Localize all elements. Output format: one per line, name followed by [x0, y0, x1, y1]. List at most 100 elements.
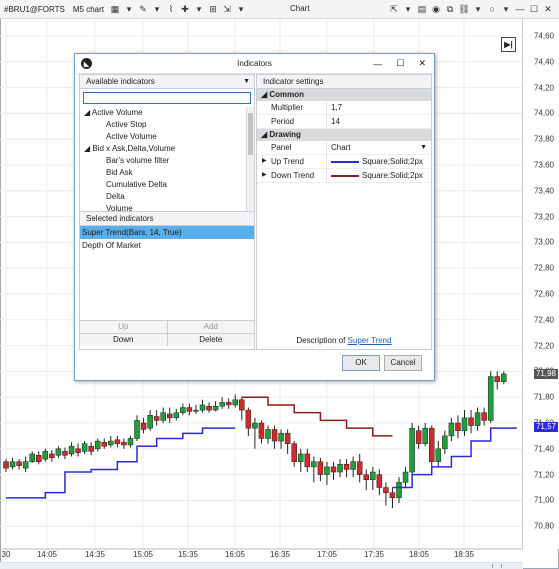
grid-icon[interactable]: ⊞: [207, 3, 219, 15]
candle-body: [127, 438, 134, 446]
description-link[interactable]: Super Trend: [348, 336, 392, 345]
crosshair-icon[interactable]: ✚: [179, 3, 191, 15]
period-field[interactable]: 14: [327, 115, 431, 128]
candle-body: [389, 492, 396, 499]
tree-scrollbar[interactable]: [246, 107, 254, 211]
candle-body: [212, 405, 219, 411]
price-axis[interactable]: 74,60 74,40 74,20 74,00 73,80 73,60 73,40 73,20…: [522, 19, 559, 549]
indicator-description: Description of Super Trend: [256, 335, 432, 347]
candle-body: [199, 404, 206, 411]
property-multiplier[interactable]: Multiplier 1,7: [257, 101, 431, 115]
candle-body: [383, 487, 389, 493]
dropdown-icon[interactable]: ▾: [472, 3, 484, 15]
up-button[interactable]: Up: [80, 321, 168, 333]
candle-body: [75, 448, 81, 453]
category-common[interactable]: ◢ Common: [257, 89, 431, 101]
maximize-icon[interactable]: ☐: [396, 58, 404, 69]
indicator-search-input[interactable]: [83, 92, 251, 104]
candle-body: [501, 373, 507, 382]
expand-icon[interactable]: ▶: [262, 169, 267, 182]
candle-body: [265, 429, 271, 439]
ok-button[interactable]: OK: [342, 355, 380, 371]
horizontal-scrollbar[interactable]: [0, 562, 523, 569]
up-trend-pen[interactable]: Square;Solid;2px: [327, 155, 431, 168]
candle-body: [271, 429, 278, 442]
down-trend-pen[interactable]: Square;Solid;2px: [327, 169, 431, 182]
tree-item[interactable]: Bid Ask: [80, 167, 254, 179]
price-axis-label: 72,20: [533, 341, 554, 351]
pen-swatch: [331, 160, 359, 163]
candle-body: [68, 445, 75, 455]
candle-body: [101, 442, 107, 447]
dropdown-icon[interactable]: ▾: [193, 3, 205, 15]
property-up-trend[interactable]: ▶ Up Trend Square;Solid;2px: [257, 155, 431, 169]
candle-body: [167, 413, 173, 419]
ruler-icon[interactable]: ⇲: [221, 3, 233, 15]
tree-item[interactable]: Active Stop: [80, 119, 254, 131]
maximize-icon[interactable]: ☐: [528, 3, 540, 15]
description-prefix: Description of: [296, 336, 348, 345]
candle-body: [422, 427, 428, 444]
category-drawing[interactable]: ◢ Drawing: [257, 129, 431, 141]
minimize-icon[interactable]: —: [373, 59, 382, 69]
camera-icon[interactable]: ◉: [430, 3, 442, 15]
cursor-icon[interactable]: ⇱: [388, 3, 400, 15]
tree-item[interactable]: Active Volume: [80, 131, 254, 143]
time-axis-label: 15:05: [132, 550, 154, 559]
dropdown-icon[interactable]: ▾: [123, 3, 135, 15]
candle-body: [16, 461, 22, 466]
indicators-dialog: ◣ Indicators — ☐ ✕ Available indicators …: [74, 53, 435, 381]
scroll-to-end-button[interactable]: ▶|: [501, 37, 516, 52]
pen-value: Square;Solid;2px: [362, 171, 423, 180]
link-icon[interactable]: ⛓: [458, 3, 470, 15]
symbol-selector[interactable]: #BRU1@FORTS: [0, 0, 69, 18]
color-circle-icon[interactable]: ○: [486, 3, 498, 15]
dropdown-icon[interactable]: ▾: [402, 3, 414, 15]
indicator-tree[interactable]: ◢ Active Volume Active Stop Active Volume ◢…: [80, 107, 254, 212]
tree-item[interactable]: Bar's volume filter: [80, 155, 254, 167]
symbol-label: #BRU1@FORTS: [4, 4, 65, 14]
indicators-icon[interactable]: ⌇: [165, 3, 177, 15]
tree-group[interactable]: ◢ Active Volume: [80, 107, 254, 119]
candle-body: [415, 430, 422, 444]
scrollbar-grip[interactable]: [492, 564, 502, 568]
candle-body: [219, 402, 225, 407]
candle-body: [448, 422, 455, 437]
multiplier-field[interactable]: 1,7: [327, 101, 431, 114]
chevron-down-icon[interactable]: ▾: [235, 3, 247, 15]
timeframe-label: M5 chart: [72, 4, 104, 14]
tree-item[interactable]: Delta: [80, 191, 254, 203]
panel-select[interactable]: Chart ▼: [327, 141, 431, 154]
dialog-titlebar[interactable]: ◣ Indicators — ☐ ✕: [75, 54, 434, 74]
cancel-button[interactable]: Cancel: [384, 355, 422, 371]
scrollbar-thumb[interactable]: [248, 113, 253, 155]
template-icon[interactable]: ▤: [416, 3, 428, 15]
timeframe-selector[interactable]: M5 chart: [69, 0, 108, 18]
candle-body: [402, 471, 409, 483]
property-panel[interactable]: Panel Chart ▼: [257, 141, 431, 155]
dropdown-icon[interactable]: ▾: [500, 3, 512, 15]
property-period[interactable]: Period 14: [257, 115, 431, 129]
selected-indicator-item[interactable]: Super Trend(Bars, 14, True): [80, 226, 254, 239]
close-icon[interactable]: ✕: [418, 58, 426, 69]
minimize-icon[interactable]: —: [514, 3, 526, 15]
delete-button[interactable]: Delete: [167, 334, 254, 346]
chart-type-icon[interactable]: ▦: [109, 3, 121, 15]
tree-item[interactable]: Cumulative Delta: [80, 179, 254, 191]
tree-group[interactable]: ◢ Bid x Ask,Delta,Volume: [80, 143, 254, 155]
expand-icon[interactable]: ▶: [262, 155, 267, 168]
down-button[interactable]: Down: [80, 334, 168, 346]
candle-body: [494, 376, 500, 382]
copy-icon[interactable]: ⧉: [444, 3, 456, 15]
candle-body: [291, 443, 297, 462]
candle-body: [173, 412, 180, 419]
add-button[interactable]: Add: [167, 321, 254, 333]
property-down-trend[interactable]: ▶ Down Trend Square;Solid;2px: [257, 169, 431, 183]
dropdown-icon[interactable]: ▾: [151, 3, 163, 15]
draw-pen-icon[interactable]: ✎: [137, 3, 149, 15]
price-axis-label: 71,40: [533, 444, 554, 454]
available-indicators-dropdown[interactable]: Available indicators ▼: [80, 75, 254, 89]
tree-item[interactable]: Volume: [80, 203, 254, 211]
close-icon[interactable]: ✕: [542, 3, 554, 15]
selected-indicator-item[interactable]: Depth Of Market: [80, 239, 254, 252]
